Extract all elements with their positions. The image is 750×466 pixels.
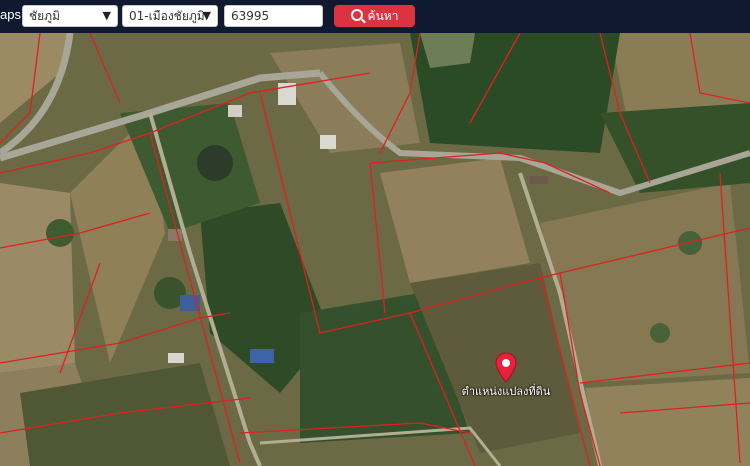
chevron-down-icon: ▼ [202, 9, 211, 22]
parcel-location-label: ตำแหน่งแปลงที่ดิน [461, 385, 551, 398]
province-select[interactable]: ชัยภูมิ ▼ [22, 5, 118, 27]
map-pin-icon[interactable] [495, 352, 517, 383]
search-icon [350, 9, 363, 21]
satellite-map[interactable]: ตำแหน่งแปลงที่ดิน [0, 33, 750, 466]
province-select-value: ชัยภูมิ [29, 9, 60, 23]
search-button-label: ค้นหา [367, 9, 399, 23]
top-toolbar: aps ชัยภูมิ ▼ 01-เมืองชัยภูมิ ▼ 63995 ค้… [0, 0, 750, 33]
district-select[interactable]: 01-เมืองชัยภูมิ ▼ [122, 5, 218, 27]
postal-code-input[interactable]: 63995 [224, 5, 323, 27]
chevron-down-icon: ▼ [102, 9, 111, 22]
app-brand-fragment: aps [0, 7, 21, 22]
search-button[interactable]: ค้นหา [334, 5, 415, 27]
postal-code-value: 63995 [231, 9, 270, 23]
district-select-value: 01-เมืองชัยภูมิ [129, 9, 205, 23]
satellite-imagery [0, 33, 750, 466]
